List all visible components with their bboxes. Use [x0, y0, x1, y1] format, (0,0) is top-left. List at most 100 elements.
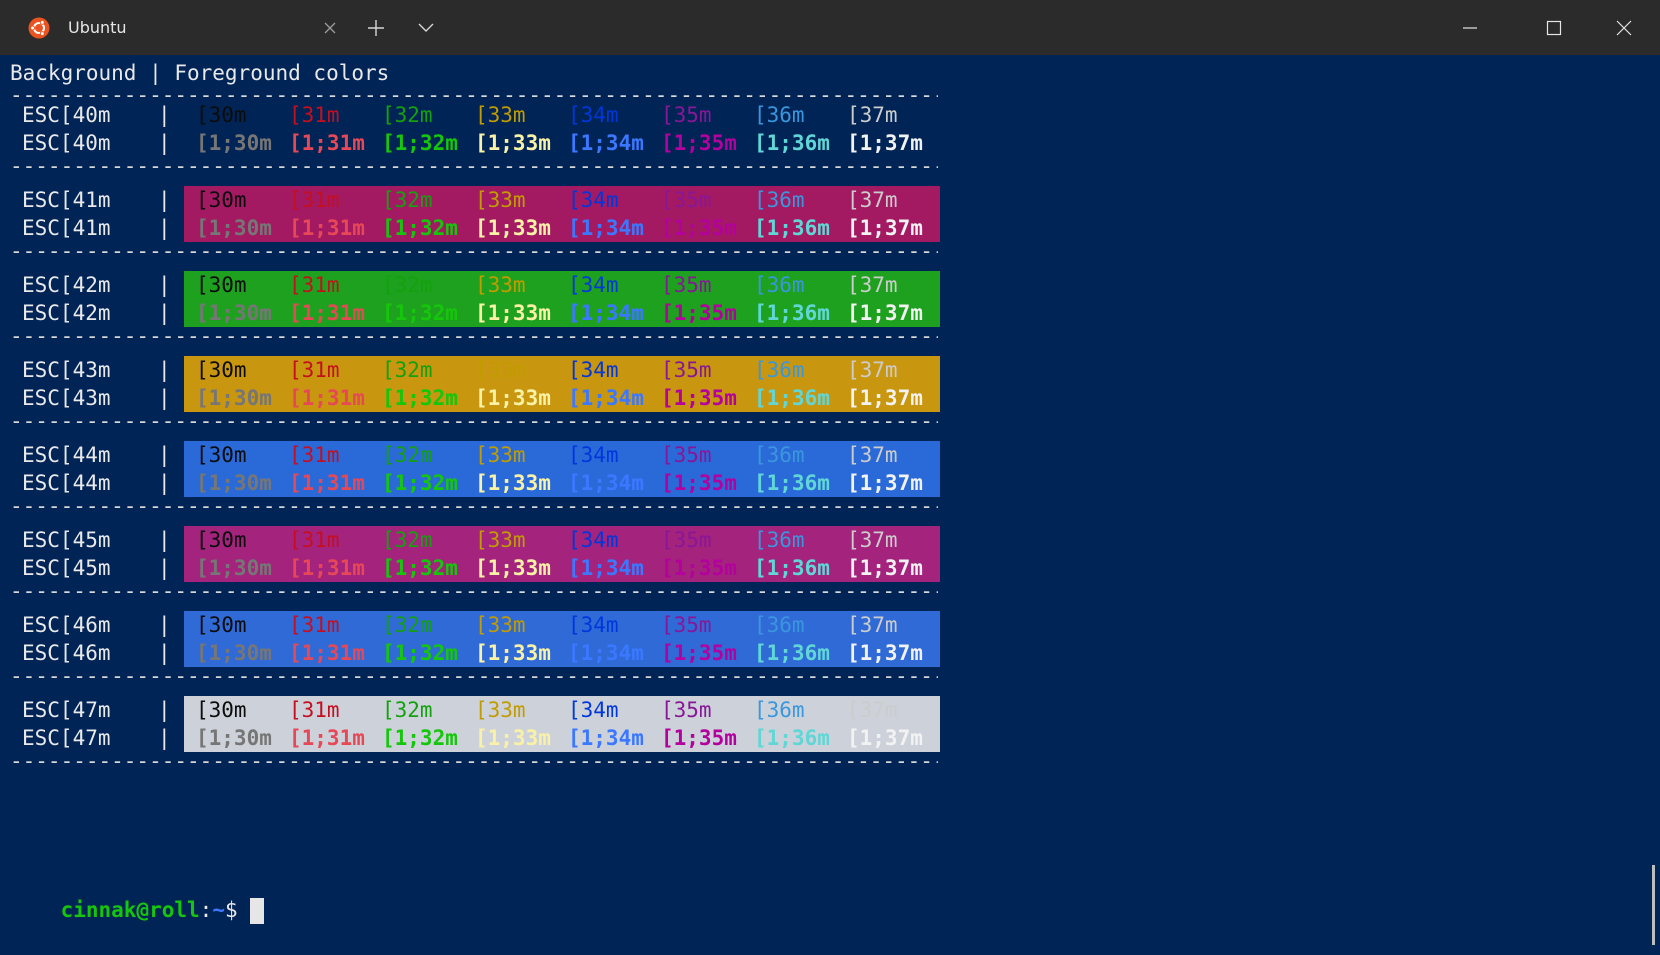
- color-sample: [37m: [847, 698, 898, 722]
- color-sample: [1;37m: [847, 131, 923, 155]
- color-sample: [31m: [289, 613, 340, 637]
- color-sample: [33m: [475, 103, 526, 127]
- color-sample: [1;34m: [568, 641, 644, 665]
- color-sample: [1;34m: [568, 131, 644, 155]
- color-sample: [32m: [382, 698, 433, 722]
- prompt-user-host: cinnak@roll: [60, 898, 200, 922]
- color-sample: [1;34m: [568, 471, 644, 495]
- color-sample: [1;33m: [475, 471, 551, 495]
- color-sample: [1;37m: [847, 556, 923, 580]
- color-sample: [1;37m: [847, 386, 923, 410]
- color-sample: [1;36m: [754, 641, 830, 665]
- color-sample: [1;31m: [289, 726, 365, 750]
- minimize-button[interactable]: [1434, 0, 1506, 55]
- row-escape-code: ESC[41m: [22, 188, 111, 212]
- color-sample: [1;32m: [382, 726, 458, 750]
- color-sample: [1;31m: [289, 641, 365, 665]
- color-sample: [30m: [196, 188, 247, 212]
- color-sample: [1;33m: [475, 301, 551, 325]
- row-escape-code: ESC[47m: [22, 726, 111, 750]
- color-sample: [31m: [289, 103, 340, 127]
- color-sample: [1;36m: [754, 301, 830, 325]
- column-divider: |: [158, 386, 171, 410]
- color-sample: [1;31m: [289, 386, 365, 410]
- close-icon: [1616, 20, 1632, 35]
- row-escape-code: ESC[42m: [22, 301, 111, 325]
- color-sample: [1;33m: [475, 641, 551, 665]
- terminal-output[interactable]: Background | Foreground colors ---------…: [0, 55, 1660, 945]
- color-sample: [36m: [754, 273, 805, 297]
- color-sample: [1;30m: [196, 641, 272, 665]
- color-sample: [31m: [289, 698, 340, 722]
- header-text: Background | Foreground colors: [10, 61, 390, 85]
- color-sample: [1;36m: [754, 471, 830, 495]
- row-escape-code: ESC[42m: [22, 273, 111, 297]
- color-sample: [35m: [661, 188, 712, 212]
- color-sample: [32m: [382, 188, 433, 212]
- color-sample: [1;30m: [196, 386, 272, 410]
- color-sample: [1;33m: [475, 386, 551, 410]
- color-sample: [34m: [568, 528, 619, 552]
- close-window-button[interactable]: [1588, 0, 1660, 55]
- color-sample: [1;32m: [382, 131, 458, 155]
- new-tab-button[interactable]: [352, 0, 400, 55]
- color-sample: [1;36m: [754, 131, 830, 155]
- color-sample: [37m: [847, 443, 898, 467]
- column-divider: |: [158, 556, 171, 580]
- column-divider: |: [158, 698, 171, 722]
- color-sample: [1;30m: [196, 301, 272, 325]
- scrollbar-thumb[interactable]: [1652, 865, 1655, 945]
- color-sample: [32m: [382, 528, 433, 552]
- column-divider: |: [158, 443, 171, 467]
- color-sample: [1;35m: [661, 386, 737, 410]
- color-sample: [37m: [847, 188, 898, 212]
- color-sample: [33m: [475, 443, 526, 467]
- color-sample: [1;32m: [382, 216, 458, 240]
- color-sample: [36m: [754, 613, 805, 637]
- maximize-icon: [1546, 20, 1562, 35]
- color-sample: [33m: [475, 358, 526, 382]
- color-sample: [31m: [289, 273, 340, 297]
- color-sample: [30m: [196, 528, 247, 552]
- separator-rule: ----------------------------------------…: [10, 159, 938, 173]
- color-sample: [34m: [568, 698, 619, 722]
- color-sample: [1;35m: [661, 301, 737, 325]
- color-sample: [1;36m: [754, 386, 830, 410]
- separator-rule: ----------------------------------------…: [10, 244, 938, 258]
- separator-rule: ----------------------------------------…: [10, 754, 938, 768]
- color-sample: [30m: [196, 613, 247, 637]
- row-escape-code: ESC[46m: [22, 641, 111, 665]
- color-sample: [34m: [568, 273, 619, 297]
- color-sample: [1;35m: [661, 216, 737, 240]
- color-sample: [32m: [382, 358, 433, 382]
- color-sample: [1;34m: [568, 386, 644, 410]
- color-sample: [31m: [289, 528, 340, 552]
- row-escape-code: ESC[40m: [22, 103, 111, 127]
- color-sample: [36m: [754, 103, 805, 127]
- row-escape-code: ESC[47m: [22, 698, 111, 722]
- maximize-button[interactable]: [1518, 0, 1590, 55]
- separator-rule: ----------------------------------------…: [10, 669, 938, 683]
- column-divider: |: [158, 216, 171, 240]
- color-sample: [33m: [475, 613, 526, 637]
- color-sample: [1;37m: [847, 301, 923, 325]
- tab-title: Ubuntu: [68, 18, 127, 37]
- color-sample: [1;33m: [475, 216, 551, 240]
- color-sample: [37m: [847, 358, 898, 382]
- color-sample: [34m: [568, 613, 619, 637]
- color-sample: [37m: [847, 613, 898, 637]
- color-sample: [1;32m: [382, 471, 458, 495]
- separator-rule: ----------------------------------------…: [10, 329, 938, 343]
- separator-rule: ----------------------------------------…: [10, 88, 938, 102]
- color-sample: [1;35m: [661, 131, 737, 155]
- color-sample: [34m: [568, 103, 619, 127]
- color-sample: [1;31m: [289, 471, 365, 495]
- color-sample: [1;32m: [382, 641, 458, 665]
- close-tab-button[interactable]: [306, 0, 354, 55]
- color-sample: [1;35m: [661, 556, 737, 580]
- color-sample: [1;36m: [754, 556, 830, 580]
- tab-dropdown-button[interactable]: [402, 0, 450, 55]
- color-sample: [1;32m: [382, 386, 458, 410]
- chevron-down-icon: [418, 23, 434, 32]
- row-escape-code: ESC[41m: [22, 216, 111, 240]
